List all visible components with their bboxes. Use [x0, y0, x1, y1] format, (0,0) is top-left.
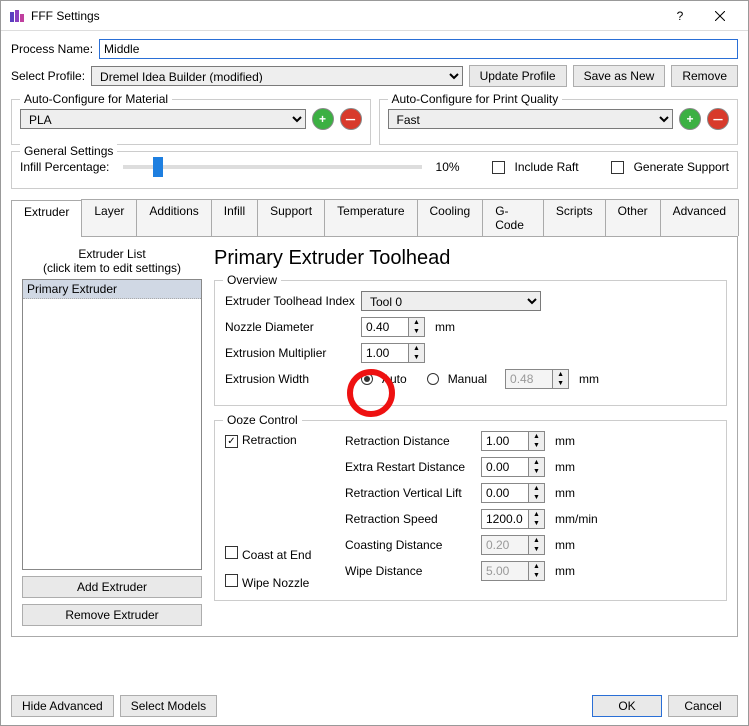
retraction-checkbox[interactable]: ✓: [225, 435, 238, 448]
generate-support-label: Generate Support: [634, 160, 729, 174]
ok-button[interactable]: OK: [592, 695, 662, 717]
material-remove-button[interactable]: －: [340, 108, 362, 130]
tab-gcode[interactable]: G-Code: [482, 199, 544, 236]
include-raft-checkbox[interactable]: [492, 161, 505, 174]
extrusion-width-manual-radio[interactable]: [427, 373, 439, 385]
extrusion-width-label: Extrusion Width: [225, 372, 355, 386]
generate-support-checkbox[interactable]: [611, 161, 624, 174]
wipe-checkbox[interactable]: [225, 574, 238, 587]
tab-layer[interactable]: Layer: [81, 199, 137, 236]
hide-advanced-button[interactable]: Hide Advanced: [11, 695, 114, 717]
tab-advanced[interactable]: Advanced: [660, 199, 739, 236]
titlebar: FFF Settings ?: [1, 1, 748, 31]
retraction-speed-input[interactable]: ▲▼: [481, 509, 545, 529]
process-name-label: Process Name:: [11, 42, 93, 56]
retraction-distance-input[interactable]: ▲▼: [481, 431, 545, 451]
profile-select[interactable]: Dremel Idea Builder (modified): [91, 66, 463, 86]
quality-select[interactable]: Fast: [388, 109, 674, 129]
update-profile-button[interactable]: Update Profile: [469, 65, 567, 87]
infill-label: Infill Percentage:: [20, 160, 109, 174]
infill-value: 10%: [436, 160, 460, 174]
extra-restart-input[interactable]: ▲▼: [481, 457, 545, 477]
coast-checkbox[interactable]: [225, 546, 238, 559]
tab-cooling[interactable]: Cooling: [417, 199, 484, 236]
select-models-button[interactable]: Select Models: [120, 695, 217, 717]
vertical-lift-label: Retraction Vertical Lift: [345, 486, 475, 500]
manual-label: Manual: [448, 372, 487, 386]
general-legend: General Settings: [20, 144, 117, 158]
material-select[interactable]: PLA: [20, 109, 306, 129]
infill-slider-thumb[interactable]: [153, 157, 163, 177]
vertical-lift-input[interactable]: ▲▼: [481, 483, 545, 503]
extrusion-multiplier-label: Extrusion Multiplier: [225, 346, 355, 360]
tab-support[interactable]: Support: [257, 199, 325, 236]
add-extruder-button[interactable]: Add Extruder: [22, 576, 202, 598]
infill-slider[interactable]: [123, 165, 421, 169]
tab-temperature[interactable]: Temperature: [324, 199, 417, 236]
window-title: FFF Settings: [31, 9, 660, 23]
coasting-distance-input: ▲▼: [481, 535, 545, 555]
extruder-listbox[interactable]: Primary Extruder: [22, 279, 202, 570]
remove-profile-button[interactable]: Remove: [671, 65, 738, 87]
quality-add-button[interactable]: +: [679, 108, 701, 130]
unit-mm: mm: [435, 320, 455, 334]
profile-label: Select Profile:: [11, 69, 85, 83]
overview-legend: Overview: [223, 273, 281, 287]
help-button[interactable]: ?: [660, 1, 700, 31]
remove-extruder-button[interactable]: Remove Extruder: [22, 604, 202, 626]
tab-other[interactable]: Other: [605, 199, 661, 236]
tool-index-label: Extruder Toolhead Index: [225, 294, 355, 308]
quality-legend: Auto-Configure for Print Quality: [388, 92, 563, 106]
quality-remove-button[interactable]: －: [707, 108, 729, 130]
save-as-new-button[interactable]: Save as New: [573, 65, 666, 87]
coasting-distance-label: Coasting Distance: [345, 538, 475, 552]
panel-title: Primary Extruder Toolhead: [214, 247, 727, 270]
extruder-list-header: Extruder List (click item to edit settin…: [22, 247, 202, 275]
cancel-button[interactable]: Cancel: [668, 695, 738, 717]
tab-scripts[interactable]: Scripts: [543, 199, 606, 236]
close-button[interactable]: [700, 1, 740, 31]
material-add-button[interactable]: +: [312, 108, 334, 130]
coast-label: Coast at End: [242, 548, 311, 562]
nozzle-diameter-input[interactable]: ▲▼: [361, 317, 425, 337]
tab-bar: Extruder Layer Additions Infill Support …: [11, 199, 738, 237]
ooze-legend: Ooze Control: [223, 413, 302, 427]
process-name-input[interactable]: [99, 39, 738, 59]
list-item[interactable]: Primary Extruder: [23, 280, 201, 299]
tab-infill[interactable]: Infill: [211, 199, 258, 236]
tab-extruder[interactable]: Extruder: [11, 200, 82, 237]
include-raft-label: Include Raft: [515, 160, 579, 174]
retraction-label: Retraction: [242, 433, 297, 447]
app-icon: [9, 8, 25, 24]
nozzle-diameter-label: Nozzle Diameter: [225, 320, 355, 334]
extrusion-width-manual-input: ▲▼: [505, 369, 569, 389]
material-legend: Auto-Configure for Material: [20, 92, 172, 106]
unit-mm: mm: [579, 372, 599, 386]
wipe-distance-label: Wipe Distance: [345, 564, 475, 578]
tab-additions[interactable]: Additions: [136, 199, 211, 236]
extrusion-multiplier-input[interactable]: ▲▼: [361, 343, 425, 363]
extrusion-width-auto-radio[interactable]: [361, 373, 373, 385]
close-icon: [715, 11, 725, 21]
wipe-label: Wipe Nozzle: [242, 576, 309, 590]
auto-label: Auto: [382, 372, 407, 386]
retraction-speed-label: Retraction Speed: [345, 512, 475, 526]
tool-index-select[interactable]: Tool 0: [361, 291, 541, 311]
extra-restart-label: Extra Restart Distance: [345, 460, 475, 474]
retraction-distance-label: Retraction Distance: [345, 434, 475, 448]
wipe-distance-input: ▲▼: [481, 561, 545, 581]
